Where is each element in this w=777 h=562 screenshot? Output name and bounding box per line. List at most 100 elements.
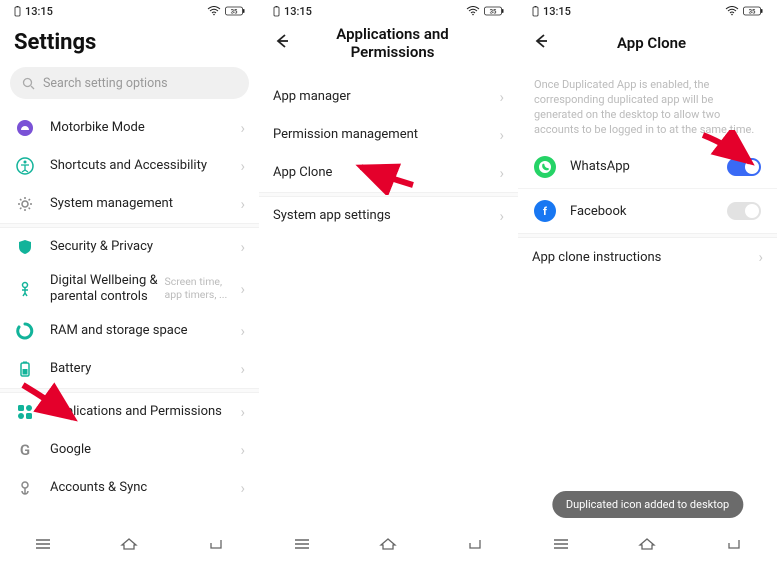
chevron-right-icon: › (240, 195, 245, 213)
item-permission-management[interactable]: Permission management › (259, 116, 518, 154)
nav-bar (0, 526, 259, 562)
app-label: Facebook (570, 204, 727, 219)
search-icon (22, 77, 35, 90)
header-title: Applications and Permissions (309, 25, 476, 61)
chevron-right-icon: › (240, 360, 245, 378)
item-label: Accounts & Sync (50, 480, 234, 496)
item-system-app-settings[interactable]: System app settings › (259, 197, 518, 235)
nav-menu-icon[interactable] (292, 534, 312, 554)
status-time: 13:15 (543, 5, 571, 18)
item-app-manager[interactable]: App manager › (259, 78, 518, 116)
item-label: RAM and storage space (50, 323, 234, 339)
item-label: App manager (273, 89, 493, 105)
chevron-right-icon: › (240, 238, 245, 256)
description-text: Once Duplicated App is enabled, the corr… (518, 64, 777, 145)
sync-icon (14, 477, 36, 499)
battery-icon: 35 (225, 6, 245, 16)
chevron-right-icon: › (240, 119, 245, 137)
item-security[interactable]: Security & Privacy › (0, 228, 259, 266)
chevron-right-icon: › (758, 248, 763, 266)
item-label: System app settings (273, 208, 493, 224)
app-row-facebook: f Facebook (518, 189, 777, 233)
item-sublabel: Screen time, app timers, ... (164, 276, 234, 301)
motorbike-icon (14, 117, 36, 139)
svg-text:35: 35 (749, 9, 756, 16)
item-apps-permissions[interactable]: Applications and Permissions › (0, 393, 259, 431)
battery-small-icon (14, 6, 21, 17)
back-icon[interactable] (532, 32, 550, 54)
search-placeholder: Search setting options (43, 76, 168, 91)
accessibility-icon (14, 155, 36, 177)
nav-menu-icon[interactable] (551, 534, 571, 554)
item-google[interactable]: G Google › (0, 431, 259, 469)
battery-small-icon (273, 6, 280, 17)
app-row-whatsapp: WhatsApp (518, 145, 777, 189)
item-app-clone[interactable]: App Clone › (259, 154, 518, 192)
apps-icon (14, 401, 36, 423)
item-battery[interactable]: Battery › (0, 350, 259, 388)
header-title: App Clone (568, 34, 735, 52)
nav-back-icon[interactable] (465, 534, 485, 554)
item-motorbike[interactable]: Motorbike Mode › (0, 109, 259, 147)
phone-apps-permissions: 13:15 35 Applications and Permissions Ap… (259, 0, 518, 562)
wifi-icon (725, 6, 739, 16)
nav-back-icon[interactable] (206, 534, 226, 554)
chevron-right-icon: › (240, 403, 245, 421)
item-label: System management (50, 196, 234, 212)
item-wellbeing[interactable]: Digital Wellbeing & parental controls Sc… (0, 266, 259, 312)
item-label: Security & Privacy (50, 239, 234, 255)
item-label: Battery (50, 361, 234, 377)
nav-home-icon[interactable] (378, 534, 398, 554)
chevron-right-icon: › (499, 207, 504, 225)
shield-icon (14, 236, 36, 258)
item-clone-instructions[interactable]: App clone instructions › (518, 238, 777, 276)
gear-icon (14, 193, 36, 215)
nav-bar (518, 526, 777, 562)
item-shortcuts[interactable]: Shortcuts and Accessibility › (0, 147, 259, 185)
svg-text:G: G (20, 441, 30, 459)
battery-settings-icon (14, 358, 36, 380)
svg-text:35: 35 (490, 9, 497, 16)
google-icon: G (14, 439, 36, 461)
nav-home-icon[interactable] (119, 534, 139, 554)
item-label: Google (50, 442, 234, 458)
item-label: App clone instructions (532, 250, 752, 266)
nav-home-icon[interactable] (637, 534, 657, 554)
whatsapp-toggle[interactable] (727, 158, 761, 176)
app-label: WhatsApp (570, 159, 727, 174)
battery-small-icon (532, 6, 539, 17)
item-label: Shortcuts and Accessibility (50, 158, 234, 174)
wellbeing-icon (14, 278, 36, 300)
chevron-right-icon: › (240, 441, 245, 459)
item-ram[interactable]: RAM and storage space › (0, 312, 259, 350)
item-label: Permission management (273, 127, 493, 143)
chevron-right-icon: › (499, 126, 504, 144)
chevron-right-icon: › (240, 479, 245, 497)
status-time: 13:15 (25, 5, 53, 18)
item-label: App Clone (273, 165, 493, 181)
search-input[interactable]: Search setting options (10, 67, 249, 99)
chevron-right-icon: › (240, 157, 245, 175)
chevron-right-icon: › (240, 322, 245, 340)
svg-text:f: f (543, 205, 547, 218)
phone-settings: 13:15 35 Settings Search setting options… (0, 0, 259, 562)
nav-bar (259, 526, 518, 562)
whatsapp-icon (534, 156, 556, 178)
chevron-right-icon: › (240, 280, 245, 298)
chevron-right-icon: › (499, 88, 504, 106)
nav-menu-icon[interactable] (33, 534, 53, 554)
facebook-toggle[interactable] (727, 202, 761, 220)
phone-app-clone: 13:15 35 App Clone Once Duplicated App i… (518, 0, 777, 562)
nav-back-icon[interactable] (724, 534, 744, 554)
status-time: 13:15 (284, 5, 312, 18)
item-system[interactable]: System management › (0, 185, 259, 223)
wifi-icon (466, 6, 480, 16)
status-bar: 13:15 35 (518, 0, 777, 22)
status-bar: 13:15 35 (259, 0, 518, 22)
page-title: Settings (0, 22, 259, 67)
back-icon[interactable] (273, 32, 291, 54)
header: Applications and Permissions (259, 22, 518, 64)
storage-icon (14, 320, 36, 342)
item-label: Applications and Permissions (50, 404, 234, 420)
item-accounts[interactable]: Accounts & Sync › (0, 469, 259, 507)
